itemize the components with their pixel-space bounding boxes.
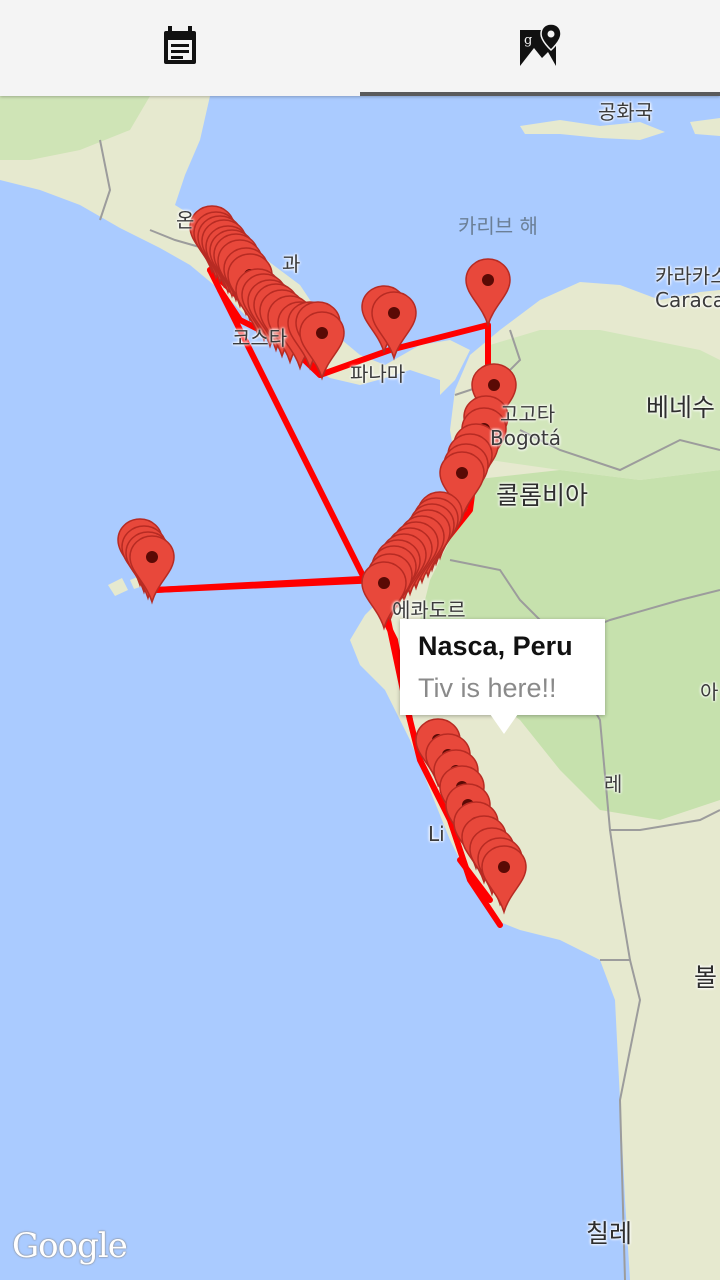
map-canvas — [0, 96, 720, 1280]
label-colombia: 콜롬비아 — [496, 481, 589, 510]
label-peru: 레 — [604, 772, 623, 796]
map-view[interactable]: 공화국 카리브 해 카라카스 Caracas 베네수 고고타 Bogotá 콜롬… — [0, 96, 720, 1280]
selected-tab-indicator — [360, 92, 720, 96]
notes-calendar-icon — [164, 26, 196, 64]
info-window-tail — [490, 714, 518, 734]
tab-timeline[interactable] — [0, 0, 360, 92]
label-caribbean-sea: 카리브 해 — [458, 214, 538, 238]
label-brazil: 아 — [700, 680, 719, 704]
label-venezuela: 베네수 — [646, 393, 716, 422]
info-window-snippet: Tiv is here!! — [418, 673, 557, 703]
label-bogota: Bogotá — [490, 426, 561, 450]
google-logo: Google — [12, 1226, 128, 1266]
tab-bar: g — [0, 0, 720, 96]
label-panama: 파나마 — [350, 362, 406, 386]
map-pin-icon: g — [520, 24, 562, 66]
label-bogota-ko: 고고타 — [500, 402, 556, 426]
label-chile: 칠레 — [586, 1219, 633, 1248]
label-gonghwaguk: 공화국 — [598, 100, 654, 124]
label-caracas-ko: 카라카스 — [655, 264, 720, 288]
svg-text:g: g — [524, 33, 532, 48]
label-nicaragua: 과 — [282, 252, 301, 276]
info-window-title: Nasca, Peru — [418, 631, 573, 661]
marker-info-window[interactable]: Nasca, Peru Tiv is here!! — [400, 619, 605, 715]
label-caracas: Caracas — [655, 288, 720, 312]
label-costa-rica: 코스타 — [232, 326, 288, 350]
label-guatemala: 온 — [176, 208, 195, 232]
tab-map[interactable]: g — [360, 0, 720, 92]
label-bolivia: 볼 — [694, 963, 718, 992]
label-lima: Li — [428, 822, 445, 846]
